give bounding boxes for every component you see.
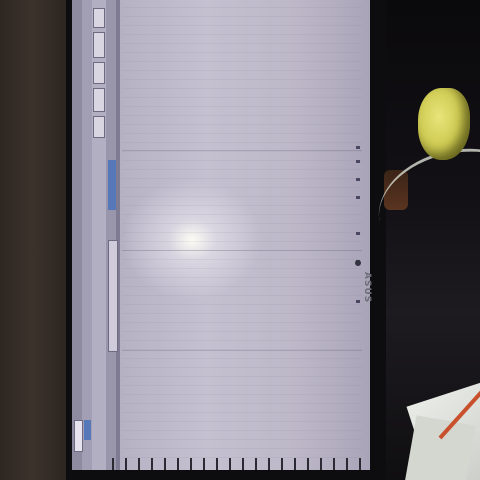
spreadsheet-grid <box>122 0 362 458</box>
formula-bar[interactable] <box>108 240 118 352</box>
sheet-tabs-row <box>112 458 362 470</box>
monitor-screen <box>72 0 370 470</box>
ribbon-tab[interactable] <box>74 420 83 452</box>
grid-divider <box>122 250 362 251</box>
wall-background <box>0 0 72 480</box>
grid-divider <box>122 150 362 151</box>
header-strip <box>116 0 120 470</box>
toolbar-button[interactable] <box>93 116 105 138</box>
menu-strip <box>82 0 92 470</box>
toolbar-button[interactable] <box>93 8 105 28</box>
toolbar-button[interactable] <box>93 32 105 58</box>
brand-logo: ASUS <box>362 272 372 304</box>
selected-cell-bar <box>108 160 116 210</box>
formula-strip <box>106 0 116 470</box>
grid-divider <box>122 350 362 351</box>
toolbar-button[interactable] <box>93 62 105 84</box>
paper-sheet <box>404 415 476 480</box>
app-title-strip <box>72 0 82 470</box>
power-button <box>355 260 361 266</box>
toolbar-button[interactable] <box>93 88 105 112</box>
yellow-flower <box>418 88 470 160</box>
photo-scene: ASUS <box>0 0 480 480</box>
active-tab-indicator <box>84 420 91 440</box>
